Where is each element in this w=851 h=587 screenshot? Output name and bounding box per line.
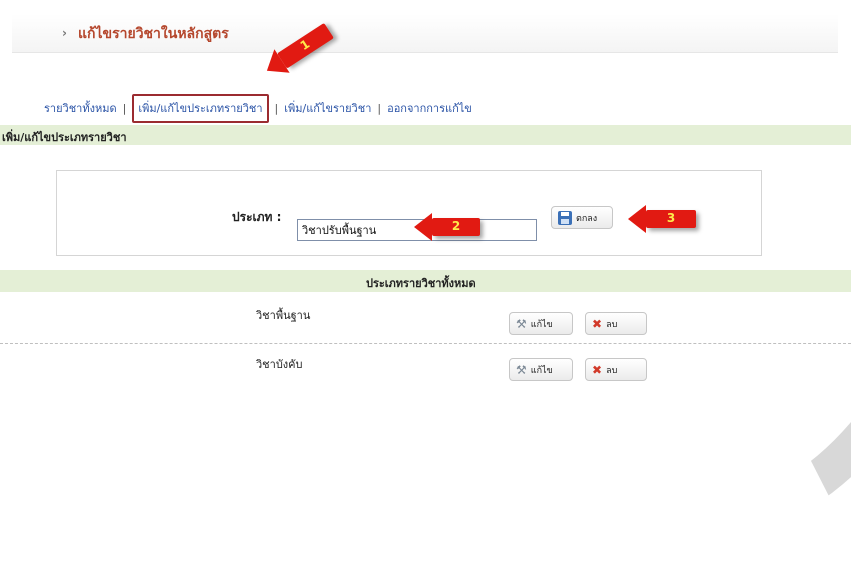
edit-button[interactable]: ⚒ แก้ไข: [509, 312, 573, 335]
delete-button[interactable]: ✖ ลบ: [585, 312, 647, 335]
list-item-name: วิชาบังคับ: [256, 358, 303, 371]
list-item-name: วิชาพื้นฐาน: [256, 309, 311, 322]
edit-button-label: แก้ไข: [530, 319, 553, 330]
decorative-arc: [511, 0, 851, 587]
save-icon: [558, 210, 572, 225]
delete-button[interactable]: ✖ ลบ: [585, 358, 647, 381]
tools-icon: ⚒: [516, 316, 527, 331]
delete-button-label: ลบ: [606, 365, 618, 376]
ok-button-label: ตกลง: [576, 213, 598, 224]
callout-arrow-3: 3: [628, 205, 696, 233]
page-title: แก้ไขรายวิชาในหลักสูตร: [78, 26, 229, 42]
edit-button[interactable]: ⚒ แก้ไข: [509, 358, 573, 381]
section-title-bar: เพิ่ม/แก้ไขประเภทรายวิชา: [0, 125, 851, 145]
ok-button[interactable]: ตกลง: [551, 206, 613, 229]
delete-x-icon: ✖: [592, 362, 603, 377]
callout-arrow-2: 2: [414, 213, 480, 241]
nav-all-courses[interactable]: รายวิชาทั้งหมด: [44, 102, 117, 115]
section-title: เพิ่ม/แก้ไขประเภทรายวิชา: [2, 131, 127, 144]
type-label: ประเภท :: [232, 210, 282, 224]
tools-icon: ⚒: [516, 362, 527, 377]
nav-edit-course-type[interactable]: เพิ่ม/แก้ไขประเภทรายวิชา: [132, 94, 269, 123]
nav-exit-editing[interactable]: ออกจากการแก้ไข: [387, 102, 472, 115]
list-header: ประเภทรายวิชาทั้งหมด: [0, 270, 851, 292]
list-header-title: ประเภทรายวิชาทั้งหมด: [366, 277, 476, 290]
chevron-right-icon: ›: [62, 26, 67, 40]
nav-separator: |: [274, 102, 279, 115]
nav-separator: |: [122, 102, 127, 115]
delete-button-label: ลบ: [606, 319, 618, 330]
page-header: › แก้ไขรายวิชาในหลักสูตร: [12, 14, 838, 53]
row-divider: [0, 343, 851, 344]
nav-separator: |: [377, 102, 382, 115]
delete-x-icon: ✖: [592, 316, 603, 331]
top-nav: รายวิชาทั้งหมด | เพิ่ม/แก้ไขประเภทรายวิชา |…: [44, 94, 472, 123]
callout-number: 2: [451, 219, 461, 233]
callout-number: 3: [666, 211, 676, 225]
nav-edit-course[interactable]: เพิ่ม/แก้ไขรายวิชา: [284, 102, 371, 115]
edit-button-label: แก้ไข: [530, 365, 553, 376]
